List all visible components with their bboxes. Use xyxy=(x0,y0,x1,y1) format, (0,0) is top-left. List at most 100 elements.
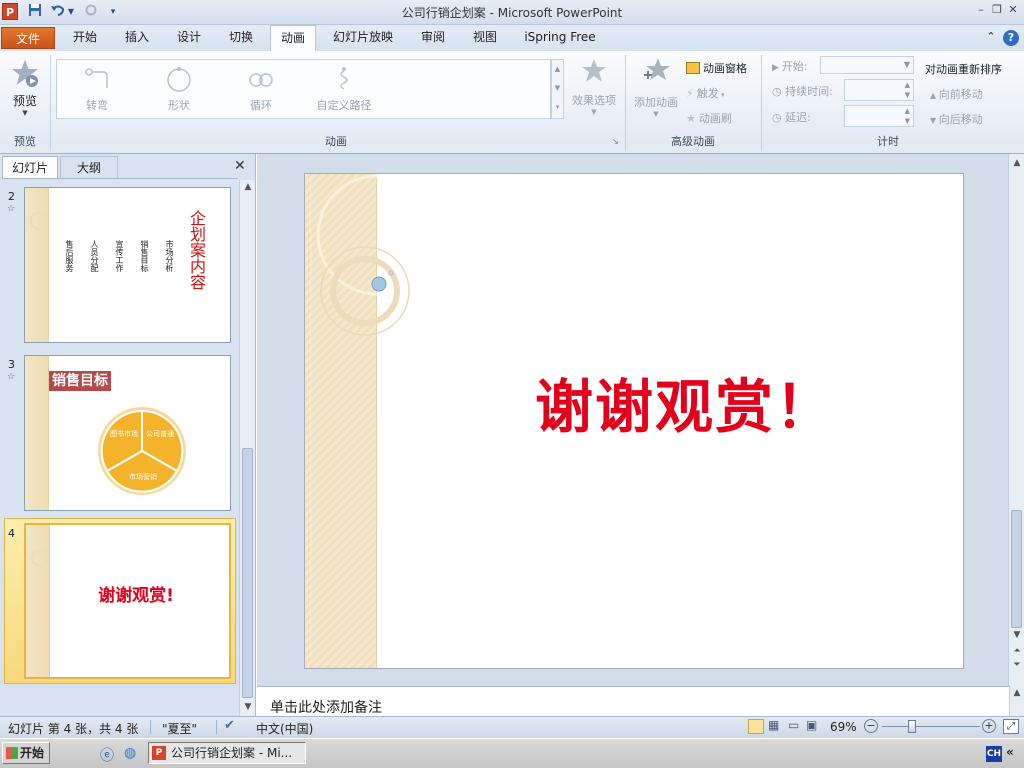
close-button[interactable]: ✕ xyxy=(1006,2,1020,18)
slide-thankyou-text[interactable]: 谢谢观赏！ xyxy=(455,360,915,444)
thumb3-title: 销售目标 xyxy=(49,371,111,391)
taskbar-window-button[interactable]: P 公司行销企划案 - Mi... xyxy=(148,742,306,764)
fit-to-window-icon[interactable]: ⤢ xyxy=(1003,719,1019,734)
slide-thumbnail-2[interactable]: 企划案内容 售后服务 人员分配 宣传工作 销售目标 市场分析 xyxy=(24,187,231,343)
thumb4-title: 谢谢观赏! xyxy=(98,586,174,606)
gallery-item-turns[interactable]: 转弯 xyxy=(67,62,127,116)
down-arrow-icon: ▼ xyxy=(930,116,939,125)
animation-pane-button[interactable]: 动画窗格 xyxy=(686,60,758,76)
previous-slide-icon[interactable]: ⏶ xyxy=(1009,644,1024,658)
main-scrollbar[interactable]: ▲ ▼ ⏶ ⏷ xyxy=(1008,154,1024,686)
shape-path-icon xyxy=(167,67,191,92)
gallery-scroll[interactable]: ▲ ▼ ▾ xyxy=(551,59,564,119)
windows-logo-icon xyxy=(6,747,18,759)
normal-view-icon[interactable] xyxy=(748,719,764,734)
minimize-button[interactable]: – xyxy=(974,2,988,18)
tab-ispring[interactable]: iSpring Free xyxy=(516,25,604,51)
zoom-slider-thumb[interactable] xyxy=(908,720,916,733)
tab-slideshow[interactable]: 幻灯片放映 xyxy=(324,25,402,51)
start-icon: ▶ xyxy=(772,63,782,73)
painter-star-icon: ★ xyxy=(686,112,696,125)
powerpoint-taskbar-icon: P xyxy=(152,746,166,760)
add-animation-star-icon xyxy=(644,58,670,80)
collapse-ribbon-icon[interactable]: ⌃ xyxy=(984,25,998,51)
effect-options-button[interactable]: 效果选项 ▼ xyxy=(568,55,620,125)
scroll-thumb[interactable] xyxy=(242,448,253,698)
slideshow-view-icon[interactable]: ▣ xyxy=(806,718,817,732)
notes-pane[interactable]: 单击此处添加备注 xyxy=(257,686,1009,716)
tab-design[interactable]: 设计 xyxy=(166,25,212,51)
start-button[interactable]: 开始 xyxy=(2,742,50,764)
delay-spinner[interactable]: ▲ ▼ xyxy=(844,105,914,127)
thumb2-bullet: 宣传工作 xyxy=(115,240,124,272)
quicklaunch-browser-icon[interactable]: ◍ xyxy=(124,745,136,761)
tab-outline[interactable]: 大纲 xyxy=(60,156,118,178)
tray-expand-icon[interactable]: « xyxy=(1006,745,1014,759)
move-later-button[interactable]: ▼ 向后移动 xyxy=(930,111,983,127)
slides-pane: 幻灯片 大纲 ✕ 2 ☆ 企划案内容 售后服务 人员分配 宣传工作 销售目标 市… xyxy=(0,154,256,716)
quicklaunch-ie-icon[interactable]: ⓔ xyxy=(100,745,114,765)
slide-sorter-icon[interactable]: ▦ xyxy=(768,718,779,732)
turns-path-icon xyxy=(85,68,108,88)
thumb3-segment: 公司普通 xyxy=(146,430,174,438)
tab-file[interactable]: 文件 xyxy=(1,27,55,49)
animation-gallery: 转弯 形状 循环 自定义路径 xyxy=(56,59,551,119)
zoom-level[interactable]: 69% xyxy=(830,720,857,734)
status-bar: 幻灯片 第 4 张，共 4 张 "夏至" ✔ 中文(中国) ▦ ▭ ▣ 69% … xyxy=(0,716,1024,738)
tab-home[interactable]: 开始 xyxy=(62,25,108,51)
theme-name[interactable]: "夏至" xyxy=(162,720,197,737)
tab-review[interactable]: 审阅 xyxy=(410,25,456,51)
help-icon[interactable]: ? xyxy=(1003,30,1019,46)
duration-spinner[interactable]: ▲ ▼ xyxy=(844,79,914,101)
ime-indicator[interactable]: CH xyxy=(986,746,1002,762)
ribbon-tab-bar: 文件 开始 插入 设计 切换 动画 幻灯片放映 审阅 视图 iSpring Fr… xyxy=(0,25,1024,51)
lightning-icon: ⚡ xyxy=(686,87,694,100)
delay-label: ◷ 延迟: xyxy=(772,111,811,124)
notes-scrollbar[interactable]: ▲ xyxy=(1009,686,1024,716)
effect-options-star-icon xyxy=(582,59,606,82)
group-label-preview: 预览 xyxy=(14,135,36,148)
tab-transitions[interactable]: 切换 xyxy=(218,25,264,51)
slide-number: 2 xyxy=(8,190,15,203)
tab-slides[interactable]: 幻灯片 xyxy=(2,156,58,178)
spell-check-icon[interactable]: ✔ xyxy=(224,718,235,733)
gallery-item-loops[interactable]: 循环 xyxy=(231,62,291,116)
language[interactable]: 中文(中国) xyxy=(256,720,313,737)
slide-thumbnail-4[interactable]: 谢谢观赏! xyxy=(24,523,231,679)
tab-animations[interactable]: 动画 xyxy=(270,25,316,51)
notes-placeholder: 单击此处添加备注 xyxy=(270,700,382,716)
reading-view-icon[interactable]: ▭ xyxy=(788,718,799,732)
zoom-out-icon[interactable]: − xyxy=(864,719,878,733)
delay-clock-icon: ◷ xyxy=(772,111,786,124)
move-earlier-button[interactable]: ▲ 向前移动 xyxy=(930,86,983,102)
group-label-animation: 动画 xyxy=(325,135,347,148)
preview-button[interactable]: 预览 ▼ xyxy=(4,55,46,125)
slide-thumbnail-3[interactable]: 销售目标 图书市场 公司普通 市场营销 xyxy=(24,355,231,511)
animation-pane-icon xyxy=(686,62,700,74)
zoom-in-icon[interactable]: + xyxy=(982,719,996,733)
start-select[interactable]: ▼ xyxy=(820,56,914,74)
start-label: ▶ 开始: xyxy=(772,60,808,73)
custom-path-icon xyxy=(340,67,348,90)
animation-dialog-launcher-icon[interactable]: ↘ xyxy=(612,137,619,146)
gallery-item-shapes[interactable]: 形状 xyxy=(149,62,209,116)
tab-insert[interactable]: 插入 xyxy=(114,25,160,51)
close-pane-icon[interactable]: ✕ xyxy=(234,158,246,174)
tab-view[interactable]: 视图 xyxy=(462,25,508,51)
animation-painter-button[interactable]: ★ 动画刷 xyxy=(686,110,746,126)
thumb2-title: 企划案内容 xyxy=(187,210,206,290)
restore-button[interactable]: ❐ xyxy=(990,2,1004,18)
thumb-ring-icon xyxy=(31,549,49,567)
gallery-item-custom-path[interactable]: 自定义路径 xyxy=(309,62,379,116)
thumb2-bullet: 人员分配 xyxy=(90,240,99,272)
add-animation-button[interactable]: 添加动画 ▼ xyxy=(630,55,682,125)
zoom-slider[interactable] xyxy=(882,726,980,727)
current-slide[interactable]: 谢谢观赏！ xyxy=(304,173,964,669)
decorative-rings xyxy=(316,174,410,336)
scroll-thumb[interactable] xyxy=(1011,510,1022,628)
slide-number: 3 xyxy=(8,358,15,371)
slides-pane-scrollbar[interactable]: ▲ ▼ xyxy=(239,180,255,716)
group-label-advanced-animation: 高级动画 xyxy=(671,135,715,148)
next-slide-icon[interactable]: ⏷ xyxy=(1009,658,1024,672)
trigger-button[interactable]: ⚡ 触发 ▾ xyxy=(686,85,746,101)
